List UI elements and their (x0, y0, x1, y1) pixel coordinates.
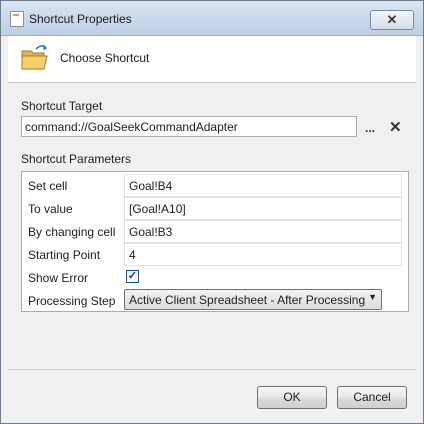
document-icon (10, 11, 24, 27)
clear-icon[interactable]: ✕ (389, 118, 402, 136)
folder-open-icon (21, 45, 48, 70)
shortcut-target-input[interactable]: command://GoalSeekCommandAdapter (21, 116, 357, 137)
cancel-button[interactable]: Cancel (337, 386, 407, 409)
to-value-value: [Goal!A10] (129, 202, 186, 216)
set-cell-input[interactable]: Goal!B4 (124, 174, 402, 197)
shortcut-properties-dialog: Shortcut Properties ✕ Choose Shortcut Sh… (0, 0, 424, 424)
param-row-by-changing-cell: By changing cell Goal!B3 (22, 220, 408, 243)
window-title: Shortcut Properties (29, 12, 132, 26)
title-bar[interactable]: Shortcut Properties ✕ (1, 1, 423, 36)
show-error-label: Show Error (28, 271, 89, 285)
processing-step-value: Active Client Spreadsheet - After Proces… (129, 293, 366, 307)
to-value-label: To value (28, 202, 73, 216)
param-row-processing-step: Processing Step Active Client Spreadshee… (22, 289, 408, 312)
param-row-starting-point: Starting Point 4 (22, 243, 408, 266)
set-cell-label: Set cell (28, 179, 68, 193)
to-value-input[interactable]: [Goal!A10] (124, 197, 402, 220)
parameters-grid: Set cell Goal!B4 To value [Goal!A10] By … (21, 171, 409, 312)
shortcut-target-value: command://GoalSeekCommandAdapter (25, 120, 238, 134)
header-panel: Choose Shortcut (8, 36, 416, 83)
shortcut-parameters-label: Shortcut Parameters (21, 152, 132, 166)
chevron-down-icon: ▼ (368, 292, 377, 302)
set-cell-value: Goal!B4 (129, 179, 173, 193)
processing-step-label: Processing Step (28, 294, 116, 308)
param-row-to-value: To value [Goal!A10] (22, 197, 408, 220)
starting-point-value: 4 (129, 248, 136, 262)
by-changing-cell-value: Goal!B3 (129, 225, 173, 239)
ok-button[interactable]: OK (257, 386, 327, 409)
param-row-show-error: Show Error ✓ (22, 266, 408, 289)
param-row-set-cell: Set cell Goal!B4 (22, 174, 408, 197)
show-error-checkbox[interactable]: ✓ (126, 270, 139, 283)
starting-point-label: Starting Point (28, 248, 101, 262)
browse-button[interactable]: ... (365, 121, 375, 135)
by-changing-cell-label: By changing cell (28, 225, 116, 239)
dialog-footer: OK Cancel (8, 369, 416, 417)
close-button[interactable]: ✕ (370, 10, 414, 30)
dialog-body: Shortcut Target command://GoalSeekComman… (8, 83, 416, 369)
header-title: Choose Shortcut (60, 51, 150, 65)
processing-step-dropdown[interactable]: Active Client Spreadsheet - After Proces… (124, 289, 382, 310)
by-changing-cell-input[interactable]: Goal!B3 (124, 220, 402, 243)
starting-point-input[interactable]: 4 (124, 243, 402, 266)
shortcut-target-label: Shortcut Target (21, 99, 103, 113)
